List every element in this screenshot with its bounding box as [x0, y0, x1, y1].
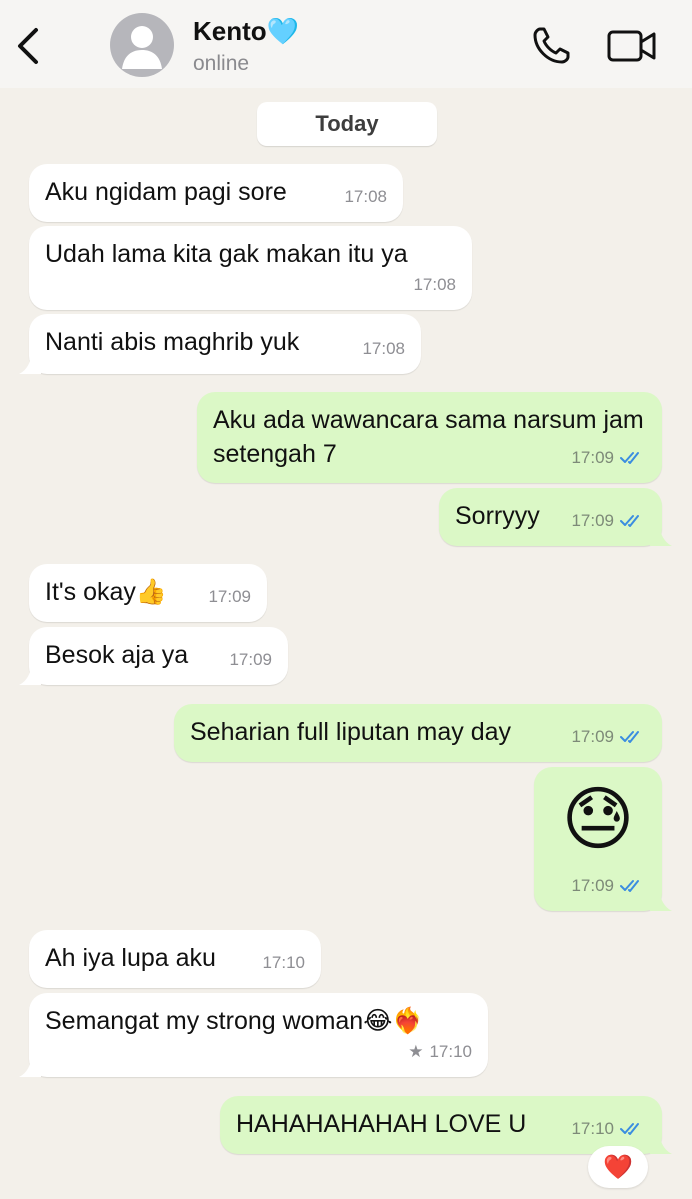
chat-header: Kento🩵 online — [0, 0, 692, 88]
incoming-message[interactable]: Semangat my strong woman😂❤️‍🔥 ★ 17:10 — [19, 993, 488, 1077]
contact-status: online — [193, 52, 250, 75]
message-time: 17:09 — [571, 511, 614, 530]
message-time: 17:09 — [571, 876, 614, 895]
read-receipt-icon — [620, 1123, 639, 1135]
incoming-message[interactable]: Udah lama kita gak makan itu ya 17:08 — [29, 226, 472, 310]
message-time: 17:10 — [571, 1119, 614, 1138]
bubble-tail — [19, 354, 41, 374]
back-button[interactable] — [14, 26, 44, 66]
message-text: Udah lama kita gak makan itu ya — [45, 240, 408, 268]
message-time: 17:08 — [413, 275, 456, 294]
voice-call-button[interactable] — [530, 25, 572, 67]
light-blue-heart-icon: 🩵 — [266, 16, 300, 46]
message-time: 17:08 — [344, 187, 387, 206]
outgoing-message[interactable]: Sorryyy 17:09 — [439, 488, 672, 546]
incoming-message[interactable]: It's okay👍 17:09 — [29, 564, 267, 622]
bubble-tail — [19, 1057, 41, 1077]
heart-reaction[interactable]: ❤️ — [588, 1146, 648, 1188]
message-text: Semangat my strong woman😂❤️‍🔥 — [45, 1007, 424, 1035]
read-receipt-icon — [620, 880, 639, 892]
read-receipt-icon — [620, 452, 639, 464]
message-text: Nanti abis maghrib yuk — [45, 328, 300, 356]
read-receipt-icon — [620, 731, 639, 743]
incoming-message[interactable]: Aku ngidam pagi sore 17:08 — [29, 164, 403, 222]
message-time: 17:10 — [429, 1042, 472, 1061]
incoming-message[interactable]: Besok aja ya 17:09 — [19, 627, 288, 685]
read-receipt-icon — [620, 515, 639, 527]
message-time: 17:09 — [208, 587, 251, 606]
message-time: 17:10 — [262, 953, 305, 972]
bubble-tail — [650, 891, 672, 911]
incoming-message[interactable]: Ah iya lupa aku 17:10 — [29, 930, 321, 988]
bubble-tail — [19, 665, 41, 685]
date-separator: Today — [257, 102, 437, 146]
bubble-tail — [650, 526, 672, 546]
contact-name-text: Kento — [193, 16, 267, 46]
chevron-left-icon — [18, 28, 38, 64]
video-call-button[interactable] — [606, 28, 658, 64]
message-time: 17:09 — [571, 448, 614, 467]
message-text: Aku ngidam pagi sore — [45, 178, 287, 206]
message-time: 17:09 — [229, 650, 272, 669]
contact-name[interactable]: Kento🩵 — [193, 16, 299, 47]
star-icon: ★ — [408, 1042, 424, 1061]
outgoing-message[interactable]: Aku ada wawancara sama narsum jam seteng… — [197, 392, 662, 483]
phone-icon — [533, 27, 570, 64]
outgoing-message[interactable]: HAHAHAHAHAH LOVE U 17:10 — [220, 1096, 672, 1154]
person-icon — [122, 26, 162, 69]
incoming-message[interactable]: Nanti abis maghrib yuk 17:08 — [19, 314, 421, 374]
video-camera-icon — [607, 30, 656, 62]
outgoing-message[interactable]: 😓 17:09 — [534, 767, 672, 911]
message-time: 17:09 — [571, 727, 614, 746]
outgoing-message[interactable]: Seharian full liputan may day 17:09 — [174, 704, 662, 762]
avatar[interactable] — [110, 13, 174, 77]
message-time: 17:08 — [362, 339, 405, 358]
bubble-tail — [650, 1134, 672, 1154]
downcast-sweat-emoji: 😓 — [561, 780, 635, 858]
